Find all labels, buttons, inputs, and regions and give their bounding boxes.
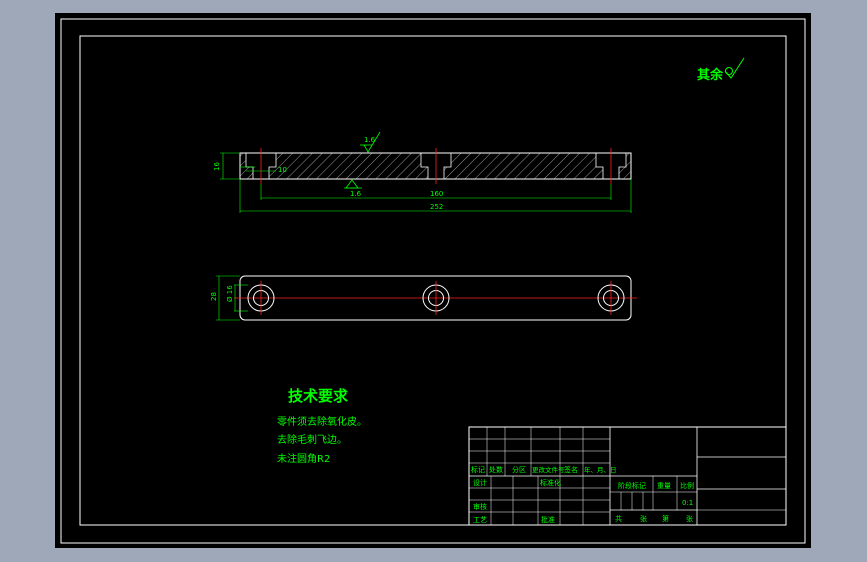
tech-requirement-item-3: 未注圆角R2: [277, 452, 330, 465]
tb-approve: 批准: [541, 515, 555, 524]
tech-requirement-item-2: 去除毛刺飞边。: [277, 433, 347, 446]
tb-weight: 重量: [657, 482, 671, 490]
drawing-background: [55, 13, 811, 548]
tb-scale: 比例: [680, 481, 694, 490]
tb-stage-mark: 阶段标记: [618, 481, 646, 490]
drawing-canvas: 其余 1.6 1.6 16 10 160 252 28 Ø 16 技术要求 零件…: [55, 13, 811, 548]
cad-drawing-viewport: 其余 1.6 1.6 16 10 160 252 28 Ø 16 技术要求 零件…: [0, 0, 867, 562]
tb-header-sign: 签名: [564, 465, 578, 474]
tech-requirement-item-1: 零件须去除氧化皮。: [277, 415, 367, 428]
tech-requirements-title: 技术要求: [288, 387, 349, 405]
dim-height: 16: [213, 162, 221, 171]
surface-note-text: 其余: [697, 67, 724, 83]
dim-counterbore: 10: [278, 166, 287, 174]
dim-hole-dia: Ø 16: [226, 285, 234, 302]
tb-header-date: 年、月、日: [584, 465, 617, 474]
tb-sheet-no: 第: [662, 514, 669, 523]
tb-header-change-doc: 更改文件号: [532, 465, 565, 474]
tb-scale-value: 0:1: [682, 499, 693, 507]
tb-sheet-unit2: 张: [686, 514, 693, 523]
tb-review: 审核: [473, 502, 487, 511]
tb-process: 工艺: [473, 516, 487, 524]
tb-sheet-total: 共: [615, 514, 622, 523]
dim-overall-length: 252: [430, 203, 443, 211]
tb-header-count: 处数: [489, 465, 503, 474]
roughness-bottom-value: 1.6: [350, 190, 362, 198]
dim-hole-spacing: 160: [430, 190, 443, 198]
tb-header-mark: 标记: [471, 465, 485, 474]
tb-design: 设计: [473, 478, 487, 487]
tb-standardize: 标准化: [540, 478, 561, 487]
roughness-top-value: 1.6: [364, 136, 376, 144]
dim-plan-width: 28: [210, 292, 218, 301]
tb-sheet-unit1: 张: [640, 514, 647, 523]
tb-header-zone: 分区: [512, 465, 526, 474]
